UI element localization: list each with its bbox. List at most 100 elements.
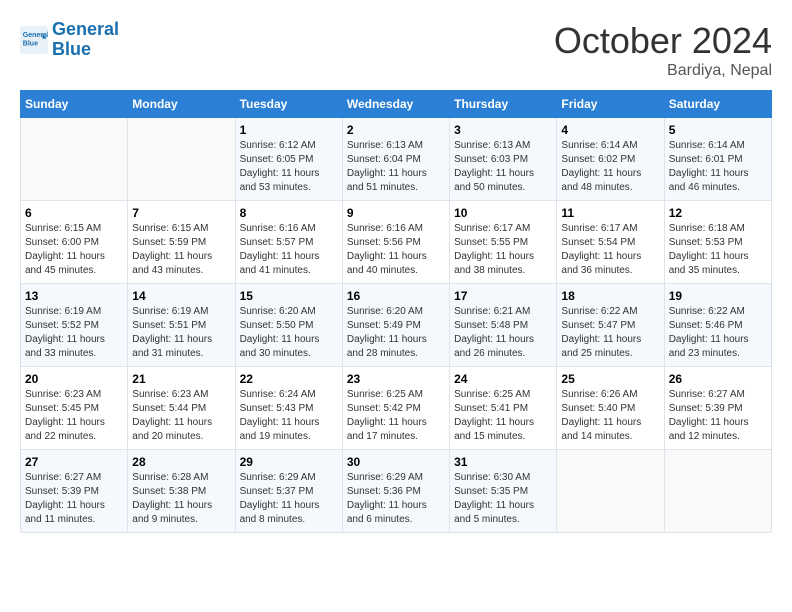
day-number: 19 [669, 289, 767, 303]
day-number: 2 [347, 123, 445, 137]
day-number: 3 [454, 123, 552, 137]
cell-info: Sunrise: 6:22 AM Sunset: 5:46 PM Dayligh… [669, 305, 767, 361]
cell-info: Sunrise: 6:26 AM Sunset: 5:40 PM Dayligh… [561, 388, 659, 444]
page-header: General Blue General Blue October 2024 B… [20, 20, 772, 80]
calendar-cell: 29Sunrise: 6:29 AM Sunset: 5:37 PM Dayli… [235, 450, 342, 533]
cell-info: Sunrise: 6:23 AM Sunset: 5:44 PM Dayligh… [132, 388, 230, 444]
calendar-week-row: 6Sunrise: 6:15 AM Sunset: 6:00 PM Daylig… [21, 201, 772, 284]
calendar-cell: 7 Sunrise: 6:15 AM Sunset: 5:59 PM Daylig… [128, 201, 235, 284]
day-number: 13 [25, 289, 123, 303]
day-number: 14 [132, 289, 230, 303]
cell-info: Sunrise: 6:24 AM Sunset: 5:43 PM Dayligh… [240, 388, 338, 444]
cell-info: Sunrise: 6:28 AM Sunset: 5:38 PM Dayligh… [132, 471, 230, 527]
cell-info: Sunrise: 6:19 AM Sunset: 5:52 PM Dayligh… [25, 305, 123, 361]
cell-info: Sunrise: 6:29 AM Sunset: 5:37 PM Dayligh… [240, 471, 338, 527]
calendar-cell: 17Sunrise: 6:21 AM Sunset: 5:48 PM Dayli… [450, 284, 557, 367]
calendar-cell: 31 Sunrise: 6:30 AM Sunset: 5:35 PM Dayli… [450, 450, 557, 533]
day-number: 31 [454, 455, 552, 469]
day-number: 25 [561, 372, 659, 386]
day-number: 6 [25, 206, 123, 220]
day-number: 24 [454, 372, 552, 386]
calendar-cell: 14Sunrise: 6:19 AM Sunset: 5:51 PM Dayli… [128, 284, 235, 367]
cell-info: Sunrise: 6:14 AM Sunset: 6:01 PM Dayligh… [669, 139, 767, 195]
calendar-cell: 16 Sunrise: 6:20 AM Sunset: 5:49 PM Dayli… [342, 284, 449, 367]
day-number: 17 [454, 289, 552, 303]
weekday-header: Tuesday [235, 91, 342, 118]
calendar-cell: 13 Sunrise: 6:19 AM Sunset: 5:52 PM Dayli… [21, 284, 128, 367]
calendar-cell: 18 Sunrise: 6:22 AM Sunset: 5:47 PM Dayli… [557, 284, 664, 367]
day-number: 15 [240, 289, 338, 303]
calendar-cell: 2 Sunrise: 6:13 AM Sunset: 6:04 PM Daylig… [342, 118, 449, 201]
month-title: October 2024 [554, 20, 772, 62]
calendar-cell: 4 Sunrise: 6:14 AM Sunset: 6:02 PM Daylig… [557, 118, 664, 201]
logo-icon: General Blue [20, 26, 48, 54]
weekday-header: Saturday [664, 91, 771, 118]
weekday-header: Thursday [450, 91, 557, 118]
cell-info: Sunrise: 6:13 AM Sunset: 6:04 PM Dayligh… [347, 139, 445, 195]
cell-info: Sunrise: 6:14 AM Sunset: 6:02 PM Dayligh… [561, 139, 659, 195]
weekday-header-row: SundayMondayTuesdayWednesdayThursdayFrid… [21, 91, 772, 118]
day-number: 16 [347, 289, 445, 303]
calendar-cell [664, 450, 771, 533]
cell-info: Sunrise: 6:30 AM Sunset: 5:35 PM Dayligh… [454, 471, 552, 527]
cell-info: Sunrise: 6:25 AM Sunset: 5:41 PM Dayligh… [454, 388, 552, 444]
calendar-cell: 21 Sunrise: 6:23 AM Sunset: 5:44 PM Dayli… [128, 367, 235, 450]
logo: General Blue General Blue [20, 20, 119, 60]
day-number: 9 [347, 206, 445, 220]
day-number: 1 [240, 123, 338, 137]
cell-info: Sunrise: 6:20 AM Sunset: 5:50 PM Dayligh… [240, 305, 338, 361]
cell-info: Sunrise: 6:12 AM Sunset: 6:05 PM Dayligh… [240, 139, 338, 195]
day-number: 12 [669, 206, 767, 220]
calendar-cell: 28 Sunrise: 6:28 AM Sunset: 5:38 PM Dayli… [128, 450, 235, 533]
cell-info: Sunrise: 6:15 AM Sunset: 5:59 PM Dayligh… [132, 222, 230, 278]
calendar-cell [557, 450, 664, 533]
calendar-cell: 20 Sunrise: 6:23 AM Sunset: 5:45 PM Dayli… [21, 367, 128, 450]
day-number: 4 [561, 123, 659, 137]
weekday-header: Sunday [21, 91, 128, 118]
calendar-cell: 27Sunrise: 6:27 AM Sunset: 5:39 PM Dayli… [21, 450, 128, 533]
calendar-cell: 3 Sunrise: 6:13 AM Sunset: 6:03 PM Daylig… [450, 118, 557, 201]
calendar-cell: 25 Sunrise: 6:26 AM Sunset: 5:40 PM Dayli… [557, 367, 664, 450]
day-number: 30 [347, 455, 445, 469]
day-number: 18 [561, 289, 659, 303]
calendar-cell: 1 Sunrise: 6:12 AM Sunset: 6:05 PM Daylig… [235, 118, 342, 201]
cell-info: Sunrise: 6:16 AM Sunset: 5:57 PM Dayligh… [240, 222, 338, 278]
day-number: 28 [132, 455, 230, 469]
logo-text: General Blue [52, 20, 119, 60]
calendar-cell: 26Sunrise: 6:27 AM Sunset: 5:39 PM Dayli… [664, 367, 771, 450]
cell-info: Sunrise: 6:13 AM Sunset: 6:03 PM Dayligh… [454, 139, 552, 195]
calendar-cell: 19 Sunrise: 6:22 AM Sunset: 5:46 PM Dayli… [664, 284, 771, 367]
cell-info: Sunrise: 6:22 AM Sunset: 5:47 PM Dayligh… [561, 305, 659, 361]
weekday-header: Monday [128, 91, 235, 118]
day-number: 20 [25, 372, 123, 386]
cell-info: Sunrise: 6:17 AM Sunset: 5:54 PM Dayligh… [561, 222, 659, 278]
logo-line1: General [52, 19, 119, 39]
calendar-cell: 11Sunrise: 6:17 AM Sunset: 5:54 PM Dayli… [557, 201, 664, 284]
day-number: 8 [240, 206, 338, 220]
svg-text:Blue: Blue [23, 40, 38, 47]
calendar-week-row: 20 Sunrise: 6:23 AM Sunset: 5:45 PM Dayli… [21, 367, 772, 450]
calendar-cell: 8 Sunrise: 6:16 AM Sunset: 5:57 PM Daylig… [235, 201, 342, 284]
calendar-cell: 23 Sunrise: 6:25 AM Sunset: 5:42 PM Dayli… [342, 367, 449, 450]
calendar-cell: 10Sunrise: 6:17 AM Sunset: 5:55 PM Dayli… [450, 201, 557, 284]
calendar-cell [21, 118, 128, 201]
day-number: 22 [240, 372, 338, 386]
day-number: 26 [669, 372, 767, 386]
calendar-cell: 15 Sunrise: 6:20 AM Sunset: 5:50 PM Dayli… [235, 284, 342, 367]
calendar-week-row: 27Sunrise: 6:27 AM Sunset: 5:39 PM Dayli… [21, 450, 772, 533]
calendar-cell: 5Sunrise: 6:14 AM Sunset: 6:01 PM Daylig… [664, 118, 771, 201]
cell-info: Sunrise: 6:20 AM Sunset: 5:49 PM Dayligh… [347, 305, 445, 361]
day-number: 7 [132, 206, 230, 220]
calendar-cell: 12 Sunrise: 6:18 AM Sunset: 5:53 PM Dayli… [664, 201, 771, 284]
day-number: 10 [454, 206, 552, 220]
calendar-cell: 22 Sunrise: 6:24 AM Sunset: 5:43 PM Dayli… [235, 367, 342, 450]
logo-line2: Blue [52, 39, 91, 59]
day-number: 23 [347, 372, 445, 386]
cell-info: Sunrise: 6:25 AM Sunset: 5:42 PM Dayligh… [347, 388, 445, 444]
day-number: 21 [132, 372, 230, 386]
calendar-cell: 9Sunrise: 6:16 AM Sunset: 5:56 PM Daylig… [342, 201, 449, 284]
day-number: 27 [25, 455, 123, 469]
calendar-cell: 30Sunrise: 6:29 AM Sunset: 5:36 PM Dayli… [342, 450, 449, 533]
cell-info: Sunrise: 6:23 AM Sunset: 5:45 PM Dayligh… [25, 388, 123, 444]
cell-info: Sunrise: 6:18 AM Sunset: 5:53 PM Dayligh… [669, 222, 767, 278]
